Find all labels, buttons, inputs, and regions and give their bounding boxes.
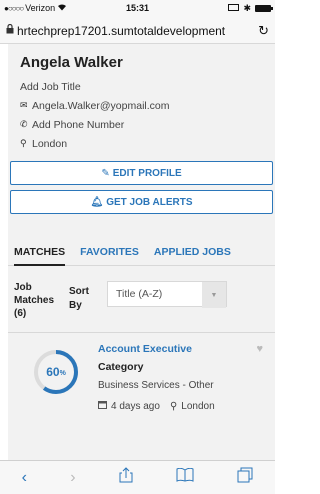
map-marker-icon: ⚲ <box>20 138 27 148</box>
email-text: Angela.Walker@yopmail.com <box>32 99 170 112</box>
sort-by-label: Sort By <box>69 281 107 313</box>
edit-profile-button[interactable]: ✎ EDIT PROFILE <box>10 161 273 185</box>
status-icons: ✱ <box>228 3 273 14</box>
envelope-icon: ✉ <box>20 100 28 110</box>
url-text[interactable]: hrtechprep17201.sumtotaldevelopment <box>17 24 256 38</box>
category-value: Business Services - Other <box>98 380 214 391</box>
tab-favorites[interactable]: FAVORITES <box>80 242 139 266</box>
get-job-alerts-label: GET JOB ALERTS <box>106 196 193 208</box>
edit-profile-label: EDIT PROFILE <box>112 167 182 179</box>
sort-label-line1: Sort <box>69 286 89 297</box>
job-location: London <box>181 400 215 412</box>
get-job-alerts-button[interactable]: 🔔︎ GET JOB ALERTS <box>10 190 273 214</box>
sort-select[interactable]: Title (A-Z) ▼ <box>107 281 227 308</box>
reload-icon[interactable]: ↻ <box>258 23 269 39</box>
email-line: ✉ Angela.Walker@yopmail.com <box>20 96 263 115</box>
favorite-heart-icon[interactable]: ♥ <box>256 343 263 355</box>
job-title-link[interactable]: Account Executive <box>98 343 192 355</box>
tab-applied-jobs[interactable]: APPLIED JOBS <box>154 242 231 266</box>
location-line: ⚲ London <box>20 134 263 153</box>
job-matches-label: Job Matches <box>14 282 55 306</box>
status-bar: ●○○○○ Verizon 15:31 ✱ <box>0 0 275 18</box>
sort-selected-value: Title (A-Z) <box>116 288 163 300</box>
tab-matches[interactable]: MATCHES <box>14 242 66 266</box>
forward-icon[interactable]: › <box>70 469 75 487</box>
profile-page: Angela Walker Add Job Title ✉ Angela.Wal… <box>8 44 275 460</box>
pencil-icon: ✎ <box>101 167 110 179</box>
job-card[interactable]: 60% Account Executive Category Business … <box>8 333 275 428</box>
lock-icon <box>6 23 14 37</box>
sort-row: Job Matches (6) Sort By Title (A-Z) ▼ <box>8 281 275 320</box>
cast-icon <box>228 3 240 14</box>
tab-bar: MATCHES FAVORITES APPLIED JOBS <box>8 242 275 266</box>
phone-icon: ✆ <box>20 119 28 129</box>
job-matches-count: Job Matches (6) <box>14 281 69 320</box>
battery-icon <box>255 5 273 12</box>
match-unit: % <box>59 370 66 377</box>
match-percent: 60% <box>33 349 79 395</box>
posted-date: 4 days ago <box>111 400 160 412</box>
location-text: London <box>32 137 68 150</box>
profile-name: Angela Walker <box>20 54 123 71</box>
job-title-text[interactable]: Add Job Title <box>20 81 81 93</box>
chevron-down-icon: ▼ <box>202 282 226 308</box>
job-title-line[interactable]: Add Job Title <box>20 77 263 96</box>
sort-label-line2: By <box>69 300 82 311</box>
category-label: Category <box>98 361 144 373</box>
bell-icon: 🔔︎ <box>90 196 104 208</box>
phone-line[interactable]: ✆ Add Phone Number <box>20 115 263 134</box>
share-icon[interactable] <box>119 467 133 488</box>
address-bar[interactable]: hrtechprep17201.sumtotaldevelopment ↻ <box>0 18 275 44</box>
job-matches-number: (6) <box>14 308 27 319</box>
phone-text[interactable]: Add Phone Number <box>32 119 124 131</box>
profile-section: Angela Walker Add Job Title ✉ Angela.Wal… <box>8 44 275 153</box>
tabs-icon[interactable] <box>237 467 253 488</box>
bluetooth-icon: ✱ <box>243 3 251 13</box>
bookmarks-icon[interactable] <box>176 467 194 487</box>
match-value: 60 <box>46 365 60 379</box>
browser-toolbar: ‹ › <box>0 460 275 494</box>
back-icon[interactable]: ‹ <box>22 469 27 487</box>
map-marker-icon: ⚲ <box>169 400 178 412</box>
job-meta: 4 days ago ⚲ London <box>98 400 215 412</box>
calendar-icon <box>98 400 107 412</box>
